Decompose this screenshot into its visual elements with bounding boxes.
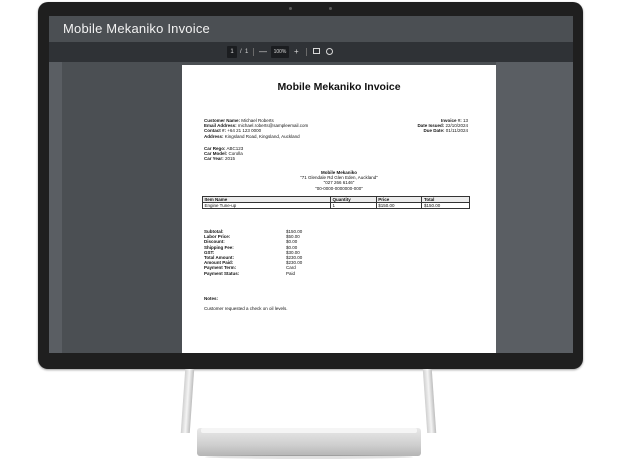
stand-arm-right — [422, 369, 437, 433]
window-titlebar: Mobile Mekaniko Invoice — [49, 16, 573, 42]
pdf-toolbar: 1 / 1 — 100% + — [49, 42, 573, 62]
stand-arm-left — [180, 369, 195, 433]
business-details: Mobile Mekaniko "71 Glendale Rd Glen Ede… — [182, 170, 496, 191]
monitor-base-top — [201, 428, 417, 433]
table-row: Engine Tune-up 1 $150.00 $150.00 — [202, 202, 470, 209]
invoice-meta: Invoice #: 13 Date Issued: 22/10/2024 Du… — [362, 118, 468, 134]
invoice-page: Mobile Mekaniko Invoice Customer Name: M… — [182, 65, 496, 353]
due-date: 01/11/2024 — [445, 128, 468, 134]
viewer-right-margin — [496, 62, 573, 353]
camera-dot — [289, 7, 292, 10]
toolbar-divider — [253, 48, 254, 56]
car-year: 2015 — [224, 156, 235, 162]
item-name-cell: Engine Tune-up — [202, 202, 331, 209]
notes-text: Customer requested a check on oil levels… — [204, 306, 288, 311]
item-quantity-cell: 1 — [329, 202, 377, 209]
document-viewer[interactable]: Mobile Mekaniko Invoice Customer Name: M… — [49, 62, 573, 353]
address-label: Address: — [204, 133, 224, 139]
zoom-out-button[interactable]: — — [259, 46, 267, 58]
rotate-icon[interactable] — [326, 48, 333, 55]
window-title: Mobile Mekaniko Invoice — [63, 21, 210, 36]
monitor-screen: Mobile Mekaniko Invoice 1 / 1 — 100% + M… — [49, 16, 573, 353]
item-price-cell: $150.00 — [375, 202, 423, 209]
sensor-dot — [329, 7, 332, 10]
customer-address: Kingsland Road, Kingsland, Auckland — [224, 133, 300, 139]
customer-details: Customer Name: Michael Roberts Email Add… — [204, 118, 364, 139]
page-total: 1 — [245, 49, 249, 55]
items-table: Item Name Quantity Price Total Engine Tu… — [202, 196, 470, 209]
zoom-level-input[interactable]: 100% — [271, 46, 289, 58]
page-separator: / — [240, 49, 242, 55]
payment-status-label: Payment Status: — [204, 270, 240, 276]
toolbar-divider — [306, 48, 307, 56]
notes-label: Notes: — [204, 296, 219, 301]
totals-section: Subtotal: $150.00 Labor Price: $50.00 Disc… — [204, 229, 354, 276]
due-date-label: Due Date: — [423, 128, 445, 134]
invoice-title: Mobile Mekaniko Invoice — [277, 81, 401, 93]
monitor-base — [197, 428, 421, 456]
totals-row: Payment Status: Paid — [204, 271, 354, 276]
item-total-cell: $150.00 — [421, 202, 470, 209]
zoom-in-button[interactable]: + — [294, 46, 299, 58]
page-number-input[interactable]: 1 — [227, 46, 237, 58]
business-account: "00-0000-0000000-000" — [315, 185, 363, 191]
base-shadow — [205, 455, 413, 459]
payment-status-value: Paid — [286, 270, 296, 276]
vehicle-details: Car Rego: ABC123 Car Model: Corolla Car … — [204, 146, 354, 162]
monitor-stand-arms — [180, 369, 437, 433]
car-year-label: Car Year: — [204, 156, 224, 162]
fit-page-icon[interactable] — [313, 48, 320, 54]
viewer-left-margin — [49, 62, 62, 353]
